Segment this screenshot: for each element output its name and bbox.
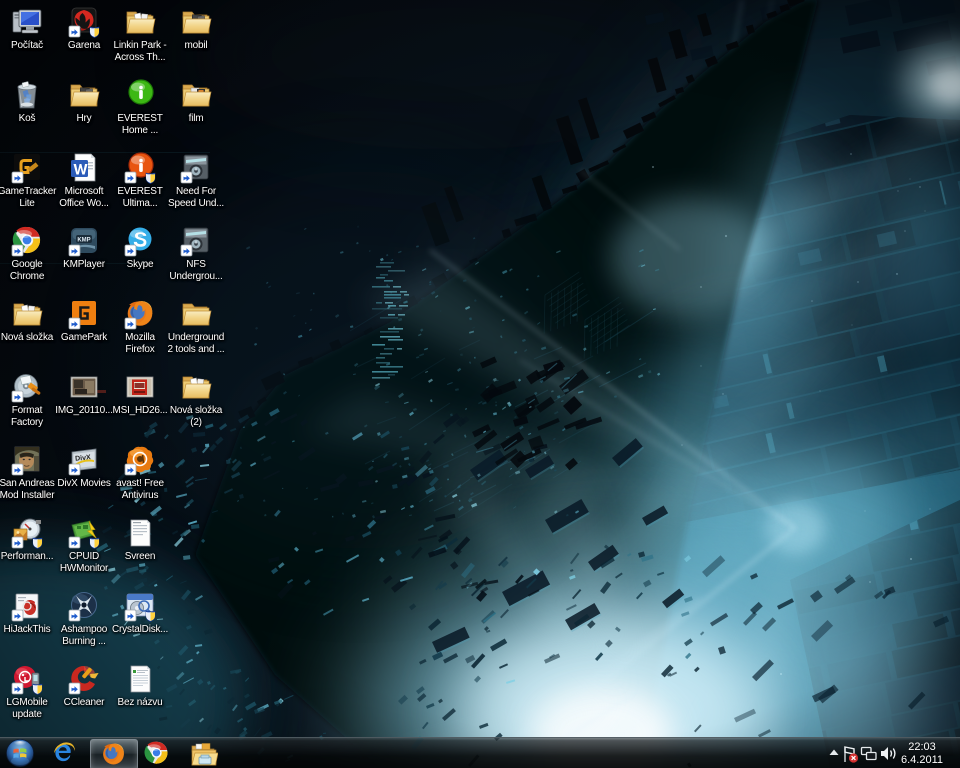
- svg-text:KMP: KMP: [77, 238, 90, 244]
